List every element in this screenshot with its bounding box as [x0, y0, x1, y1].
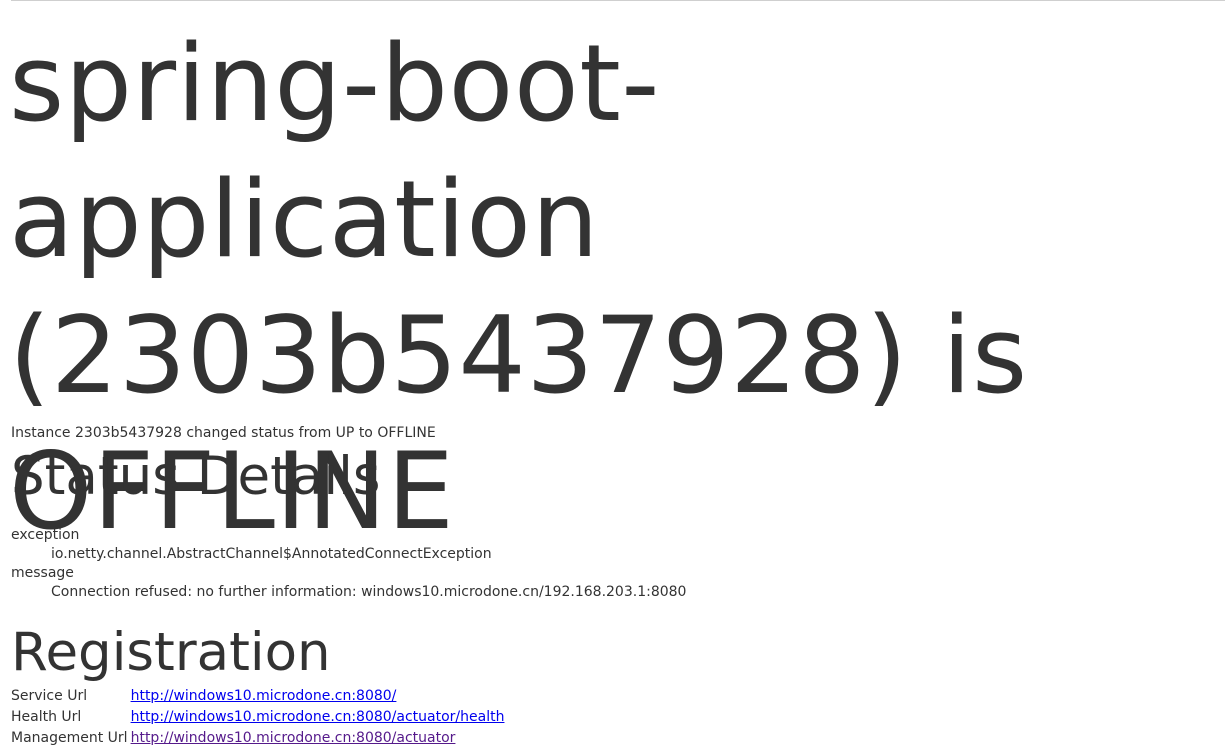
table-row: Management Url http://windows10.microdon… — [10, 728, 505, 746]
status-details-heading: Status Details — [11, 446, 381, 507]
management-url-cell: http://windows10.microdone.cn:8080/actua… — [130, 728, 506, 746]
service-url-link[interactable]: http://windows10.microdone.cn:8080/ — [131, 688, 397, 704]
table-row: Service Url http://windows10.microdone.c… — [10, 686, 505, 707]
service-url-label: Service Url — [11, 688, 88, 704]
detail-term-message: message — [11, 565, 74, 581]
status-details-list: exception io.netty.channel.AbstractChann… — [11, 526, 686, 602]
top-divider — [11, 0, 1225, 1]
health-url-link[interactable]: http://windows10.microdone.cn:8080/actua… — [131, 709, 505, 725]
table-row: Health Url http://windows10.microdone.cn… — [10, 707, 505, 728]
detail-value-exception: io.netty.channel.AbstractChannel$Annotat… — [51, 546, 492, 562]
status-change-summary: Instance 2303b5437928 changed status fro… — [11, 425, 436, 441]
management-url-link[interactable]: http://windows10.microdone.cn:8080/actua… — [131, 730, 456, 746]
health-url-cell: http://windows10.microdone.cn:8080/actua… — [130, 707, 506, 728]
health-url-label: Health Url — [11, 709, 82, 725]
service-url-cell: http://windows10.microdone.cn:8080/ — [130, 686, 506, 707]
detail-value-message: Connection refused: no further informati… — [51, 584, 687, 600]
registration-heading: Registration — [11, 622, 331, 683]
registration-table: Service Url http://windows10.microdone.c… — [10, 686, 505, 746]
detail-term-exception: exception — [11, 527, 80, 543]
management-url-label: Management Url — [11, 730, 128, 746]
